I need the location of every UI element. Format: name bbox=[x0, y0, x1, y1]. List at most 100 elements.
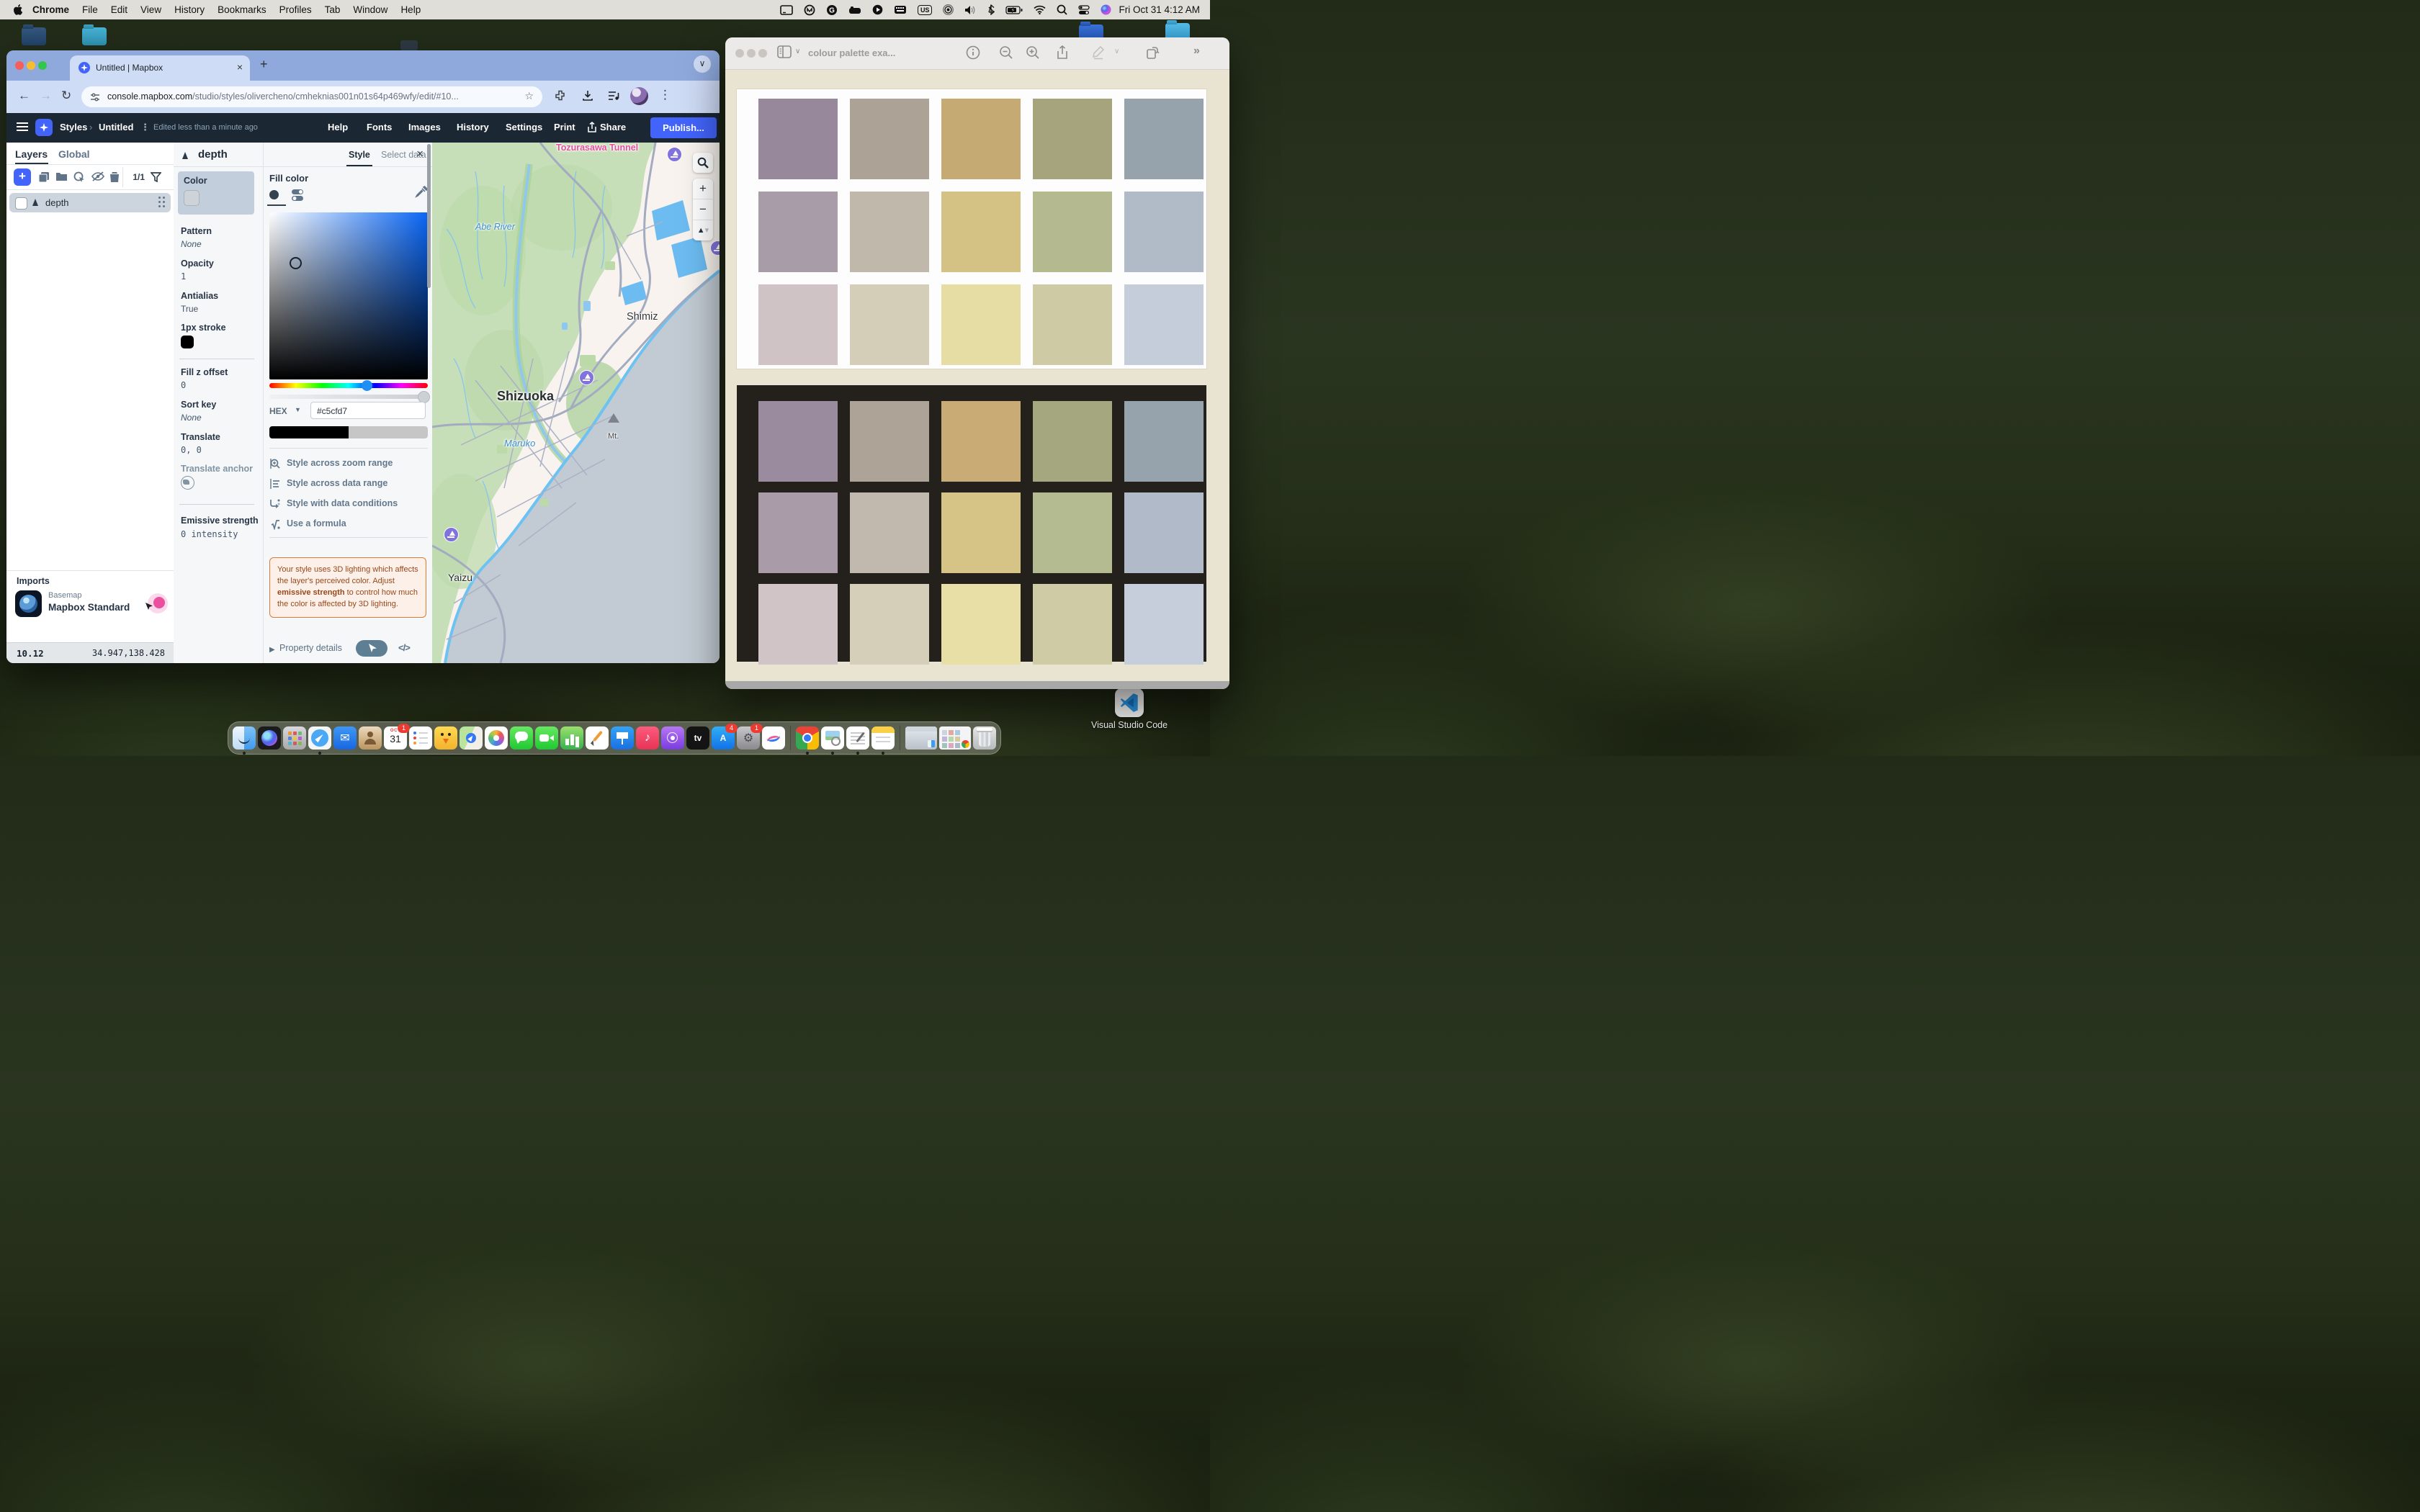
zoom-out-button[interactable]: − bbox=[693, 199, 713, 220]
dock-appstore[interactable]: A4 bbox=[712, 726, 735, 750]
close-window-button[interactable] bbox=[15, 61, 24, 70]
dock-messages[interactable] bbox=[510, 726, 533, 750]
current-color-swatch[interactable] bbox=[349, 426, 428, 438]
player-icon[interactable] bbox=[872, 4, 883, 17]
display-icon[interactable] bbox=[780, 4, 793, 17]
tab-global[interactable]: Global bbox=[58, 148, 90, 160]
extensions-icon[interactable] bbox=[554, 89, 567, 102]
map-canvas[interactable]: Tozurasawa TunnelAbe RiverShimizShizuoka… bbox=[432, 143, 720, 663]
add-layer-button[interactable]: + bbox=[14, 168, 31, 186]
field-translate-label[interactable]: Translate bbox=[181, 432, 260, 442]
dock-trash[interactable] bbox=[973, 726, 996, 750]
minimize-window-button[interactable] bbox=[747, 49, 756, 58]
markup-chevron-icon[interactable]: ∨ bbox=[1114, 48, 1119, 55]
address-bar[interactable]: console.mapbox.com/studio/styles/oliverc… bbox=[81, 86, 542, 107]
menu-item-bookmarks[interactable]: Bookmarks bbox=[211, 4, 273, 15]
alpha-slider[interactable] bbox=[269, 395, 428, 399]
sidebar-chevron-icon[interactable]: ∨ bbox=[795, 48, 800, 55]
menu-item-edit[interactable]: Edit bbox=[104, 4, 134, 15]
breadcrumb-style-name[interactable]: Untitled bbox=[99, 122, 133, 132]
hex-format-label[interactable]: HEX bbox=[269, 406, 287, 416]
tab-search-icon[interactable]: ∨ bbox=[694, 55, 711, 73]
dock-settings[interactable]: ⚙1 bbox=[737, 726, 760, 750]
component-mode-icon[interactable] bbox=[291, 189, 307, 202]
field-sortkey-value[interactable]: None bbox=[181, 413, 260, 423]
dock-safari[interactable] bbox=[308, 726, 331, 750]
menu-item-help[interactable]: Help bbox=[394, 4, 427, 15]
field-opacity-value[interactable]: 1 bbox=[181, 271, 260, 282]
compass-pitch-button[interactable]: ▲▾ bbox=[693, 220, 713, 240]
field-opacity-label[interactable]: Opacity bbox=[181, 258, 260, 269]
minimize-window-button[interactable] bbox=[27, 61, 35, 70]
dock-facetime[interactable] bbox=[535, 726, 558, 750]
menu-item-profiles[interactable]: Profiles bbox=[273, 4, 318, 15]
close-window-button[interactable] bbox=[735, 49, 744, 58]
dock-keynote[interactable] bbox=[611, 726, 634, 750]
close-panel-icon[interactable]: × bbox=[416, 147, 424, 161]
media-controls-icon[interactable] bbox=[607, 89, 620, 102]
dock-cyberduck[interactable] bbox=[434, 726, 457, 750]
nav-images[interactable]: Images bbox=[408, 122, 441, 132]
dock-freeform[interactable] bbox=[762, 726, 785, 750]
dock-window-finder[interactable] bbox=[905, 726, 937, 750]
field-emissive-label[interactable]: Emissive strength bbox=[181, 516, 260, 526]
desktop-folder-icon[interactable] bbox=[22, 27, 46, 45]
zoom-window-button[interactable] bbox=[758, 49, 767, 58]
menu-item-chrome[interactable]: Chrome bbox=[26, 4, 76, 15]
dock-numbers[interactable] bbox=[560, 726, 583, 750]
dock-window-chrome[interactable] bbox=[939, 726, 971, 750]
vscode-desktop-icon[interactable] bbox=[1115, 688, 1144, 717]
delete-layer-icon[interactable] bbox=[109, 171, 120, 183]
field-translate-anchor-label[interactable]: Translate anchor bbox=[181, 464, 260, 474]
field-zoffset-label[interactable]: Fill z offset bbox=[181, 367, 260, 377]
code-view-icon[interactable]: </> bbox=[398, 642, 410, 653]
basemap-thumbnail[interactable] bbox=[15, 590, 42, 617]
color-picker-handle[interactable] bbox=[290, 257, 302, 269]
layer-checkbox[interactable] bbox=[15, 197, 27, 210]
menu-item-view[interactable]: View bbox=[134, 4, 168, 15]
zoom-in-button[interactable]: + bbox=[693, 179, 713, 199]
rotate-icon[interactable] bbox=[1145, 45, 1160, 60]
dock-launchpad[interactable] bbox=[283, 726, 306, 750]
dock-notes[interactable] bbox=[871, 726, 895, 750]
dock-photos[interactable] bbox=[485, 726, 508, 750]
stroke-color-swatch[interactable] bbox=[181, 336, 194, 348]
filter-icon[interactable] bbox=[151, 171, 161, 182]
wifi-icon[interactable] bbox=[1034, 4, 1046, 17]
property-details-caret-icon[interactable]: ▶ bbox=[269, 646, 275, 654]
nordvpn-icon[interactable] bbox=[804, 4, 815, 17]
dock-reminders[interactable] bbox=[409, 726, 432, 750]
dock-pages[interactable] bbox=[586, 726, 609, 750]
hue-slider[interactable] bbox=[269, 383, 428, 388]
field-translate-value[interactable]: 0, 0 bbox=[181, 445, 260, 455]
publish-button[interactable]: Publish... bbox=[650, 117, 717, 138]
desktop-folder-icon[interactable] bbox=[82, 27, 107, 45]
field-sortkey-label[interactable]: Sort key bbox=[181, 400, 260, 410]
basemap-edit-indicator[interactable] bbox=[148, 593, 168, 613]
profile-avatar[interactable] bbox=[630, 87, 648, 105]
field-antialias-value[interactable]: True bbox=[181, 304, 260, 314]
menu-item-history[interactable]: History bbox=[168, 4, 211, 15]
nav-settings[interactable]: Settings bbox=[506, 122, 542, 132]
site-settings-icon[interactable] bbox=[90, 92, 100, 102]
nav-history[interactable]: History bbox=[457, 122, 489, 132]
nav-print[interactable]: Print bbox=[554, 122, 575, 132]
cursor-mode-toggle[interactable] bbox=[356, 640, 387, 657]
forward-button[interactable]: → bbox=[40, 89, 52, 103]
import-name[interactable]: Mapbox Standard bbox=[48, 602, 130, 613]
hex-format-caret-icon[interactable]: ▼ bbox=[295, 406, 301, 413]
field-pattern-value[interactable]: None bbox=[181, 239, 260, 249]
menu-item-file[interactable]: File bbox=[76, 4, 104, 15]
color-field-swatch[interactable] bbox=[184, 190, 200, 206]
nav-help[interactable]: Help bbox=[328, 122, 348, 132]
field-stroke-label[interactable]: 1px stroke bbox=[181, 323, 260, 333]
reload-button[interactable]: ↻ bbox=[61, 89, 71, 103]
style-options-icon[interactable]: ⋮ bbox=[140, 122, 150, 133]
battery-icon[interactable] bbox=[1005, 4, 1023, 17]
field-color[interactable]: Color bbox=[178, 171, 254, 215]
field-pattern-label[interactable]: Pattern bbox=[181, 226, 260, 236]
tab-style[interactable]: Style bbox=[349, 150, 370, 160]
spotlight-icon[interactable] bbox=[1057, 4, 1067, 17]
dock-tv[interactable]: tv bbox=[686, 726, 709, 750]
dock-contacts[interactable] bbox=[359, 726, 382, 750]
